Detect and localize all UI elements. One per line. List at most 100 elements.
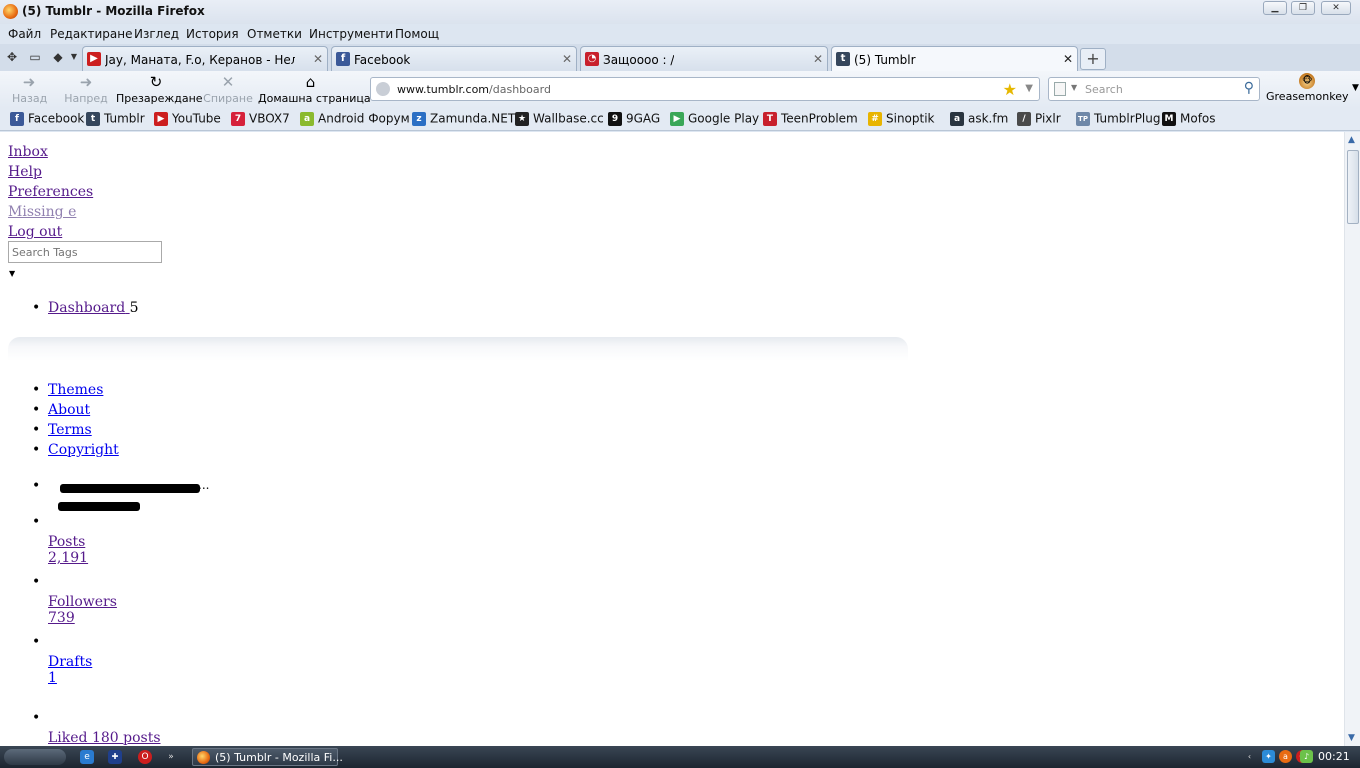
bookmark-label: Facebook: [28, 111, 85, 126]
mofos-icon: M: [1162, 111, 1176, 126]
scroll-up-icon[interactable]: ▲: [1348, 135, 1355, 145]
start-button[interactable]: [4, 749, 66, 765]
bookmark-label: Wallbase.cc: [533, 111, 604, 126]
bookmark-android-forum[interactable]: a Android Форум: [300, 111, 410, 128]
tab-tumblr[interactable]: t (5) Tumblr ✕: [831, 46, 1078, 72]
bookmark-google-play[interactable]: ▶ Google Play: [670, 111, 759, 128]
back-button[interactable]: ➜ Назад: [12, 74, 47, 105]
search-box[interactable]: ▼ Search ⚲: [1048, 77, 1260, 101]
bookmark-wallbase[interactable]: ★ Wallbase.cc: [515, 111, 604, 128]
menu-bookmarks[interactable]: Отметки: [247, 27, 302, 41]
list-item-copyright: Copyright: [32, 442, 119, 458]
stop-button[interactable]: ✕ Спиране: [203, 74, 253, 105]
maximize-button[interactable]: ❐: [1291, 1, 1315, 15]
bookmark-mofos[interactable]: M Mofos: [1162, 111, 1216, 128]
tab-list-dropdown-icon[interactable]: ▼: [66, 50, 82, 64]
menu-history[interactable]: История: [186, 27, 239, 41]
menu-edit[interactable]: Редактиране: [50, 27, 133, 41]
tab-label: Защоооо : /: [603, 53, 675, 67]
greasemonkey-button[interactable]: 🐵 Greasemonkey ▼: [1266, 73, 1359, 103]
bookmark-9gag[interactable]: 9 9GAG: [608, 111, 660, 128]
sinoptik-icon: #: [868, 111, 882, 126]
dashboard-link[interactable]: Dashboard: [48, 300, 130, 316]
followers-link[interactable]: Followers: [48, 594, 117, 610]
bookmark-zamunda[interactable]: z Zamunda.NET: [412, 111, 515, 128]
close-tab-icon[interactable]: ✕: [313, 52, 323, 66]
bookmark-teenproblem[interactable]: T TeenProblem: [763, 111, 858, 128]
greasemonkey-dropdown-icon[interactable]: ▼: [1352, 83, 1359, 93]
forward-button[interactable]: ➜ Напред: [64, 74, 108, 105]
missing-e-link[interactable]: Missing e: [8, 202, 93, 222]
more-quicklaunch-icon[interactable]: »: [164, 750, 178, 764]
volume-icon[interactable]: ♪: [1300, 750, 1313, 763]
tab-list-icon[interactable]: ◆: [50, 50, 66, 64]
list-item-about: About: [32, 402, 90, 418]
search-icon[interactable]: ⚲: [1244, 80, 1254, 96]
tab-facebook[interactable]: f Facebook ✕: [331, 46, 577, 71]
about-link[interactable]: About: [48, 402, 90, 418]
youtube-icon: ▶: [154, 111, 168, 126]
menu-tools[interactable]: Инструменти: [309, 27, 393, 41]
bookmark-star-icon[interactable]: ★: [1003, 80, 1017, 99]
search-engine-icon[interactable]: [1054, 82, 1066, 96]
menu-file[interactable]: Файл: [8, 27, 41, 41]
posts-link[interactable]: Posts: [48, 534, 88, 550]
engine-dropdown-icon[interactable]: ▼: [1071, 83, 1077, 92]
bookmark-pixlr[interactable]: / Pixlr: [1017, 111, 1061, 128]
drafts-link[interactable]: Drafts: [48, 654, 92, 670]
help-link[interactable]: Help: [8, 162, 93, 182]
bookmark-tumblr[interactable]: t Tumblr: [86, 111, 145, 128]
bookmark-youtube[interactable]: ▶ YouTube: [154, 111, 221, 128]
menu-view[interactable]: Изглед: [134, 27, 179, 41]
facebook-icon: f: [10, 111, 24, 126]
search-tags-input[interactable]: [8, 241, 162, 263]
network-icon[interactable]: ✦: [1262, 750, 1275, 763]
address-bar[interactable]: www.tumblr.com/dashboard ★ ▼: [370, 77, 1040, 101]
avast-icon[interactable]: a: [1279, 750, 1292, 763]
redacted-blog-url[interactable]: [58, 502, 140, 511]
bookmark-tumblrplug[interactable]: TP TumblrPlug: [1076, 111, 1160, 128]
tab-teenproblem[interactable]: ◔ Защоооо : / ✕: [580, 46, 828, 71]
themes-link[interactable]: Themes: [48, 382, 103, 398]
minimize-button[interactable]: ▁: [1263, 1, 1287, 15]
reload-button[interactable]: ↻ Презареждане: [116, 74, 203, 105]
internet-explorer-icon[interactable]: e: [80, 750, 94, 764]
bookmark-sinoptik[interactable]: # Sinoptik: [868, 111, 935, 128]
close-tab-icon[interactable]: ✕: [813, 52, 823, 66]
logout-link[interactable]: Log out: [8, 222, 93, 242]
inbox-link[interactable]: Inbox: [8, 142, 93, 162]
tab-youtube[interactable]: ▶ Jay, Маната, F.o, Керанов - Неловко !.…: [82, 46, 328, 71]
bookmark-askfm[interactable]: a ask.fm: [950, 111, 1008, 128]
bookmark-label: Google Play: [688, 111, 760, 126]
opera-icon[interactable]: O: [138, 750, 152, 764]
triangle-down-icon[interactable]: ▼: [9, 269, 15, 278]
drafts-count[interactable]: 1: [48, 670, 92, 686]
close-tab-icon[interactable]: ✕: [562, 52, 572, 66]
menu-help[interactable]: Помощ: [395, 27, 439, 41]
posts-count[interactable]: 2,191: [48, 550, 88, 566]
close-tab-icon[interactable]: ✕: [1063, 52, 1073, 66]
bookmark-facebook[interactable]: f Facebook: [10, 111, 84, 128]
taskbar-firefox-item[interactable]: (5) Tumblr - Mozilla Fi...: [192, 748, 343, 766]
bookmark-vbox7[interactable]: 7 VBOX7: [231, 111, 290, 128]
tray-expand-icon[interactable]: ‹: [1243, 750, 1256, 763]
scroll-down-icon[interactable]: ▼: [1348, 733, 1355, 743]
close-window-button[interactable]: ✕: [1321, 1, 1351, 15]
uk-flag-icon[interactable]: ✚: [108, 750, 122, 764]
home-button[interactable]: ⌂ Домашна страница: [258, 74, 371, 105]
preferences-link[interactable]: Preferences: [8, 182, 93, 202]
tab-strip: ✥ ▭ ◆ ▼ ▶ Jay, Маната, F.o, Керанов - Не…: [0, 44, 1360, 72]
url-history-dropdown-icon[interactable]: ▼: [1025, 83, 1033, 94]
move-icon[interactable]: ✥: [4, 50, 20, 64]
vertical-scrollbar[interactable]: ▲ ▼: [1344, 132, 1360, 746]
redacted-blog-title: [60, 484, 200, 493]
top-links: Inbox Help Preferences Missing e Log out: [8, 142, 93, 242]
zamunda-icon: z: [412, 111, 426, 126]
copyright-link[interactable]: Copyright: [48, 442, 119, 458]
liked-posts-link[interactable]: Liked 180 posts: [48, 730, 161, 746]
followers-count[interactable]: 739: [48, 610, 117, 626]
new-tab-button[interactable]: +: [1080, 48, 1106, 70]
terms-link[interactable]: Terms: [48, 422, 92, 438]
scrollbar-thumb[interactable]: [1347, 150, 1359, 224]
tab-groups-icon[interactable]: ▭: [27, 50, 43, 64]
